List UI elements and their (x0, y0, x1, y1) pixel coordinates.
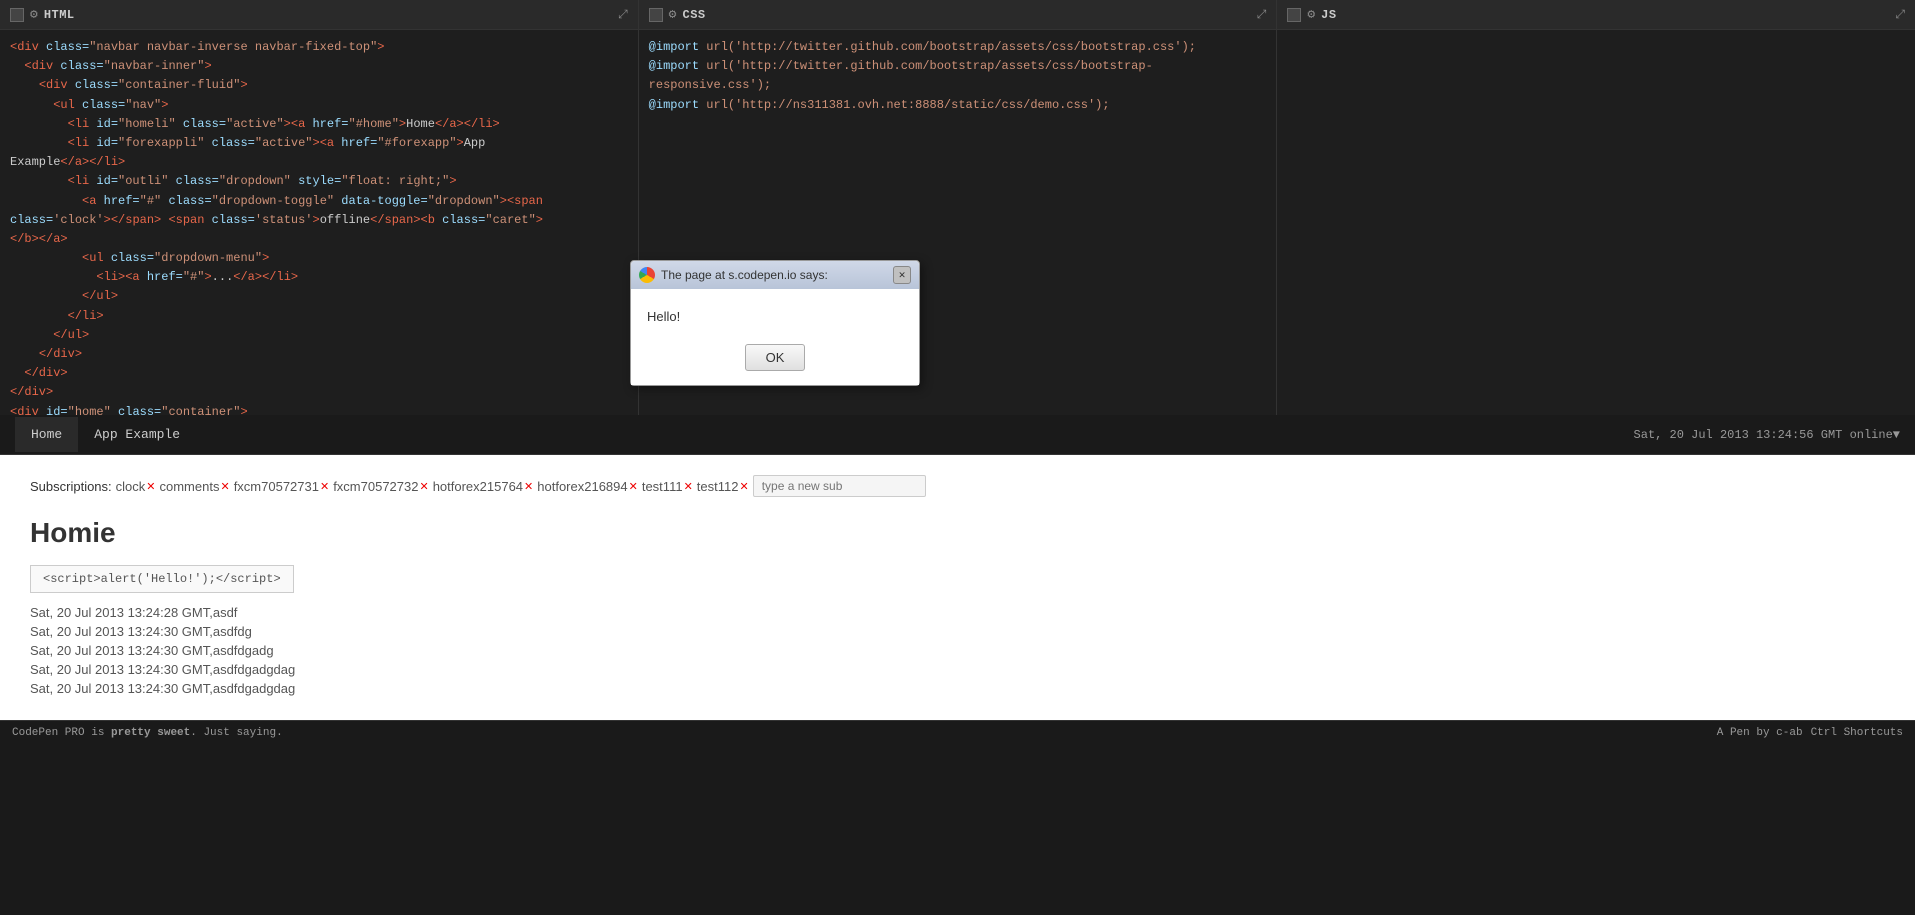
chrome-icon (639, 267, 655, 283)
alert-ok-button[interactable]: OK (745, 344, 806, 371)
log-entry-5: Sat, 20 Jul 2013 13:24:30 GMT,asdfdgadgd… (30, 681, 1885, 696)
code-line: <ul class="dropdown-menu"> (4, 249, 634, 268)
sub-remove-clock[interactable]: ✕ (146, 480, 155, 493)
sub-remove-hotforex1[interactable]: ✕ (524, 480, 533, 493)
sub-tag-fxcm1: fxcm70572731✕ (234, 479, 330, 494)
css-gear-icon[interactable]: ⚙ (669, 7, 677, 22)
js-gear-icon[interactable]: ⚙ (1307, 7, 1315, 22)
code-line: <li id="outli" class="dropdown" style="f… (4, 172, 634, 191)
js-panel: ⚙ JS ⤢ (1277, 0, 1915, 415)
bottom-bar-left: CodePen PRO is pretty sweet. Just saying… (12, 727, 283, 739)
log-entry-4: Sat, 20 Jul 2013 13:24:30 GMT,asdfdgadgd… (30, 662, 1885, 677)
code-line: </ul> (4, 287, 634, 306)
sub-remove-comments[interactable]: ✕ (220, 480, 229, 493)
sub-tag-clock: clock✕ (116, 479, 156, 494)
subscriptions-bar: Subscriptions: clock✕ comments✕ fxcm7057… (30, 475, 1885, 497)
sub-remove-test112[interactable]: ✕ (739, 480, 748, 493)
sub-remove-hotforex2[interactable]: ✕ (629, 480, 638, 493)
subscriptions-label: Subscriptions: (30, 479, 112, 494)
alert-body: Hello! OK (631, 289, 919, 385)
new-subscription-input[interactable] (753, 475, 926, 497)
code-line: <li id="forexappli" class="active"><a hr… (4, 134, 634, 153)
nav-link-home[interactable]: Home (15, 417, 78, 452)
css-panel-header: ⚙ CSS ⤢ (639, 0, 1277, 30)
nav-status-text: Sat, 20 Jul 2013 13:24:56 GMT online▼ (1634, 428, 1900, 442)
js-panel-content[interactable] (1277, 30, 1915, 415)
code-line: <div class="container-fluid"> (4, 76, 634, 95)
preview-content: Subscriptions: clock✕ comments✕ fxcm7057… (0, 455, 1915, 720)
code-line: class='clock'></span> <span class='statu… (4, 211, 634, 230)
code-line: Example</a></li> (4, 153, 634, 172)
sub-remove-fxcm1[interactable]: ✕ (320, 480, 329, 493)
code-line: @import url('http://twitter.github.com/b… (643, 38, 1273, 57)
code-line: </div> (4, 345, 634, 364)
code-line: <div id="home" class="container"> (4, 403, 634, 415)
alert-titlebar: The page at s.codepen.io says: ✕ (631, 261, 919, 289)
sub-remove-fxcm2[interactable]: ✕ (419, 480, 428, 493)
code-line: <div class="navbar navbar-inverse navbar… (4, 38, 634, 57)
editor-area: ⚙ HTML ⤢ <div class="navbar navbar-inver… (0, 0, 1915, 415)
bottom-bar: CodePen PRO is pretty sweet. Just saying… (0, 720, 1915, 745)
alert-dialog: The page at s.codepen.io says: ✕ Hello! … (630, 260, 920, 386)
log-entry-2: Sat, 20 Jul 2013 13:24:30 GMT,asdfdg (30, 624, 1885, 639)
page-title: Homie (30, 517, 1885, 549)
preview-section: Subscriptions: clock✕ comments✕ fxcm7057… (0, 455, 1915, 720)
nav-status: Sat, 20 Jul 2013 13:24:56 GMT online▼ (1634, 428, 1900, 442)
code-line: </div> (4, 364, 634, 383)
code-line: <ul class="nav"> (4, 96, 634, 115)
js-checkbox[interactable] (1287, 8, 1301, 22)
bottom-bar-right: A Pen by c-ab Ctrl Shortcuts (1717, 727, 1903, 739)
css-expand-icon[interactable]: ⤢ (1257, 8, 1267, 22)
html-panel-header: ⚙ HTML ⤢ (0, 0, 638, 30)
nav-links: Home App Example (15, 417, 196, 452)
nav-link-app-example[interactable]: App Example (78, 417, 196, 452)
pen-author-text: A Pen by c-ab (1717, 727, 1803, 739)
html-panel: ⚙ HTML ⤢ <div class="navbar navbar-inver… (0, 0, 639, 415)
code-line: </div> (4, 383, 634, 402)
sub-tag-test111: test111✕ (642, 479, 693, 494)
code-line: <a href="#" class="dropdown-toggle" data… (4, 192, 634, 211)
html-checkbox[interactable] (10, 8, 24, 22)
css-panel-title: CSS (683, 8, 706, 22)
main-container: ⚙ HTML ⤢ <div class="navbar navbar-inver… (0, 0, 1915, 915)
preview-navbar: Home App Example Sat, 20 Jul 2013 13:24:… (0, 415, 1915, 455)
html-panel-title: HTML (44, 8, 75, 22)
ctrl-shortcuts-text[interactable]: Ctrl Shortcuts (1811, 727, 1903, 739)
code-line: </ul> (4, 326, 634, 345)
code-line: </li> (4, 307, 634, 326)
code-line: responsive.css'); (643, 76, 1273, 95)
code-line: @import url('http://twitter.github.com/b… (643, 57, 1273, 76)
html-expand-icon[interactable]: ⤢ (618, 8, 628, 22)
alert-title-text: The page at s.codepen.io says: (661, 268, 887, 282)
alert-message: Hello! (647, 309, 903, 324)
sub-remove-test111[interactable]: ✕ (684, 480, 693, 493)
sub-tag-comments: comments✕ (160, 479, 230, 494)
html-panel-content[interactable]: <div class="navbar navbar-inverse navbar… (0, 30, 638, 415)
code-line: </b></a> (4, 230, 634, 249)
sub-tag-fxcm2: fxcm70572732✕ (333, 479, 429, 494)
sub-tag-hotforex2: hotforex216894✕ (537, 479, 638, 494)
sub-tag-test112: test112✕ (697, 479, 749, 494)
code-line: <li id="homeli" class="active"><a href="… (4, 115, 634, 134)
code-line: @import url('http://ns311381.ovh.net:888… (643, 96, 1273, 115)
js-panel-title: JS (1321, 8, 1336, 22)
js-expand-icon[interactable]: ⤢ (1895, 8, 1905, 22)
log-entry-1: Sat, 20 Jul 2013 13:24:28 GMT,asdf (30, 605, 1885, 620)
log-entry-3: Sat, 20 Jul 2013 13:24:30 GMT,asdfdgadg (30, 643, 1885, 658)
script-block: <script>alert('Hello!');</script> (30, 565, 294, 593)
sub-tag-hotforex1: hotforex215764✕ (433, 479, 534, 494)
code-line: <li><a href="#">...</a></li> (4, 268, 634, 287)
js-panel-header: ⚙ JS ⤢ (1277, 0, 1915, 30)
alert-close-button[interactable]: ✕ (893, 266, 911, 284)
html-gear-icon[interactable]: ⚙ (30, 7, 38, 22)
pretty-sweet-text: pretty sweet (111, 727, 190, 739)
code-line: <div class="navbar-inner"> (4, 57, 634, 76)
css-checkbox[interactable] (649, 8, 663, 22)
